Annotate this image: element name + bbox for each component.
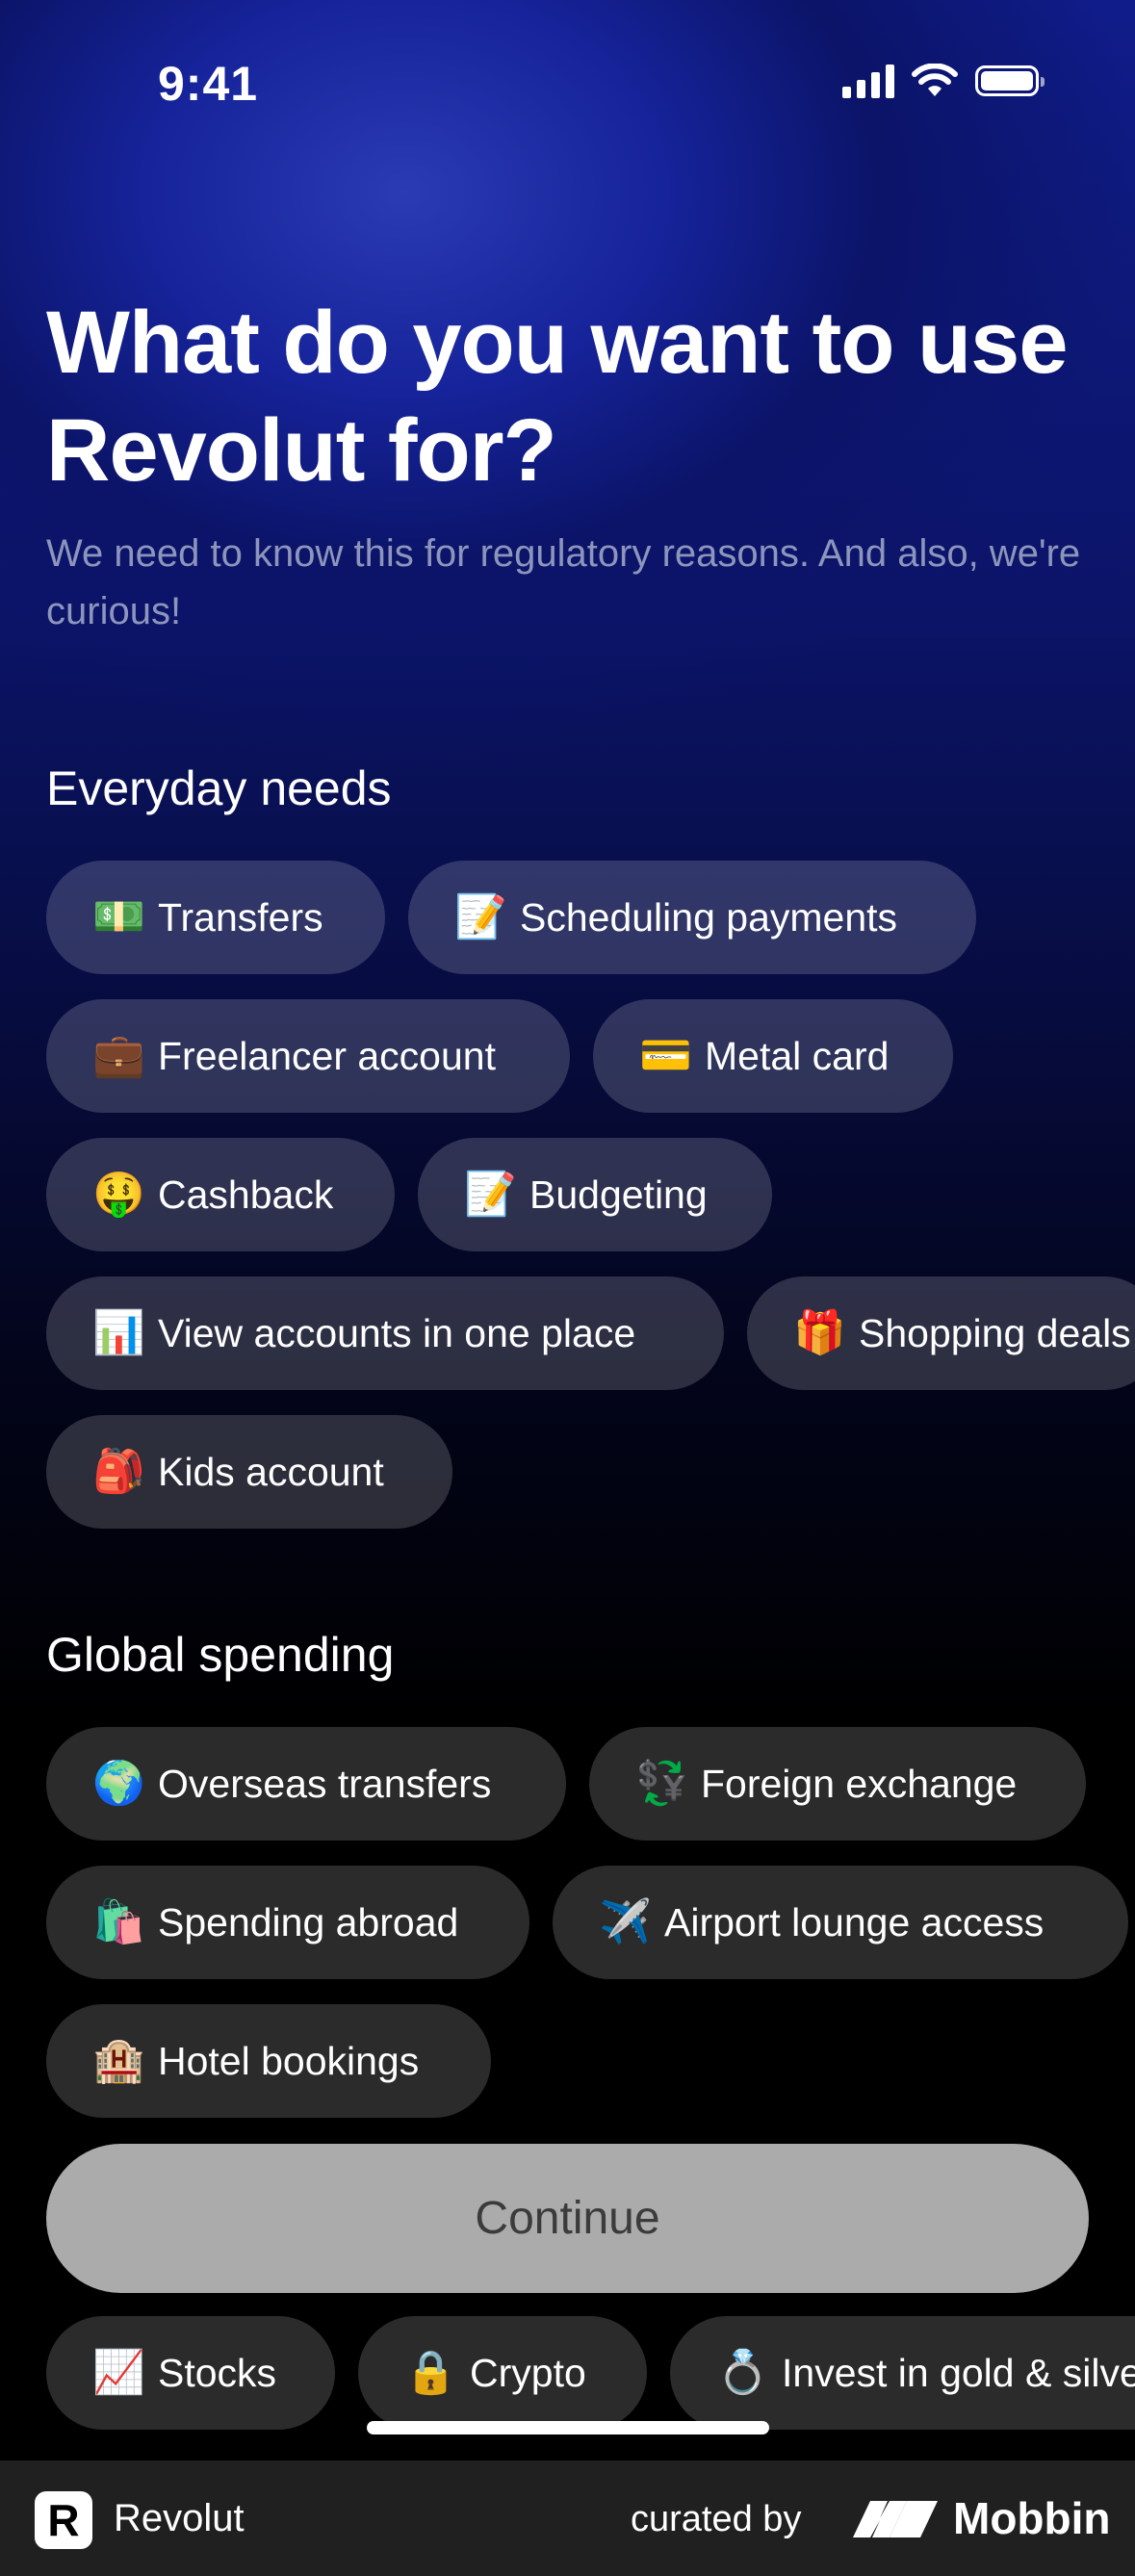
status-icons <box>842 64 1045 98</box>
chip-label: View accounts in one place <box>158 1310 636 1355</box>
memo-icon: 📝 <box>464 1171 517 1218</box>
chip-budgeting[interactable]: 📝 Budgeting <box>418 1138 772 1251</box>
chip-kids-account[interactable]: 🎒 Kids account <box>46 1415 452 1529</box>
section-title-everyday-needs: Everyday needs <box>46 761 392 815</box>
backpack-icon: 🎒 <box>92 1448 145 1495</box>
chip-label: Metal card <box>705 1033 890 1078</box>
page-title: What do you want to use Revolut for? <box>46 294 1069 500</box>
footer-brand: Mobbin <box>953 2493 1111 2543</box>
chip-stocks[interactable]: 📈 Stocks <box>46 2316 335 2430</box>
memo-icon: 📝 <box>454 893 507 940</box>
app-screen: 9:41 What do you want to use Revolut for… <box>0 0 1135 2460</box>
chip-cashback[interactable]: 🤑 Cashback <box>46 1138 395 1251</box>
chip-metal-card[interactable]: 💳 Metal card <box>593 999 953 1113</box>
money-face-icon: 🤑 <box>92 1171 145 1218</box>
continue-button[interactable]: Continue <box>46 2144 1089 2293</box>
chip-scheduling-payments[interactable]: 📝 Scheduling payments <box>408 861 976 974</box>
hotel-icon: 🏨 <box>92 2037 145 2084</box>
chip-label: Hotel bookings <box>158 2038 420 2083</box>
chip-label: Invest in gold & silver <box>782 2350 1135 2395</box>
chip-foreign-exchange[interactable]: 💱 Foreign exchange <box>589 1727 1086 1841</box>
bar-chart-icon: 📊 <box>92 1309 145 1356</box>
chip-label: Freelancer account <box>158 1033 496 1078</box>
credit-card-icon: 💳 <box>639 1032 692 1079</box>
chip-view-accounts[interactable]: 📊 View accounts in one place <box>46 1276 724 1390</box>
chip-label: Shopping deals <box>859 1310 1131 1355</box>
chip-label: Transfers <box>158 894 323 940</box>
chip-label: Stocks <box>158 2350 277 2395</box>
revolut-logo-icon: R <box>35 2491 92 2549</box>
status-time: 9:41 <box>158 57 259 111</box>
currency-exchange-icon: 💱 <box>635 1760 688 1807</box>
lock-icon: 🔒 <box>404 2349 457 2396</box>
chip-invest-gold-silver[interactable]: 💍 Invest in gold & silver <box>670 2316 1135 2430</box>
chip-airport-lounge-access[interactable]: ✈️ Airport lounge access <box>553 1866 1128 1979</box>
footer-app-name: Revolut <box>114 2497 245 2539</box>
chip-label: Airport lounge access <box>664 1899 1045 1945</box>
chip-crypto[interactable]: 🔒 Crypto <box>358 2316 647 2430</box>
home-indicator <box>367 2421 769 2434</box>
chip-hotel-bookings[interactable]: 🏨 Hotel bookings <box>46 2004 491 2118</box>
page-subtitle: We need to know this for regulatory reas… <box>46 532 1081 632</box>
status-bar: 9:41 <box>0 0 1135 164</box>
wifi-icon <box>912 64 958 96</box>
chip-label: Kids account <box>158 1449 384 1494</box>
footer-bar: R Revolut curated by Mobbin <box>0 2460 1135 2576</box>
shopping-bags-icon: 🛍️ <box>92 1898 145 1945</box>
chip-spending-abroad[interactable]: 🛍️ Spending abroad <box>46 1866 529 1979</box>
chip-transfers[interactable]: 💵 Transfers <box>46 861 385 974</box>
ring-icon: 💍 <box>716 2349 769 2396</box>
gift-icon: 🎁 <box>793 1309 846 1356</box>
chip-overseas-transfers[interactable]: 🌍 Overseas transfers <box>46 1727 566 1841</box>
chip-label: Scheduling payments <box>520 894 898 940</box>
footer-curated-by: curated by <box>631 2499 802 2539</box>
cellular-signal-icon <box>842 64 894 98</box>
chip-label: Cashback <box>158 1172 334 1217</box>
airplane-icon: ✈️ <box>599 1898 652 1945</box>
chip-shopping-deals[interactable]: 🎁 Shopping deals <box>747 1276 1135 1390</box>
chip-freelancer-account[interactable]: 💼 Freelancer account <box>46 999 570 1113</box>
chip-label: Spending abroad <box>158 1899 459 1945</box>
globe-icon: 🌍 <box>92 1760 145 1807</box>
chip-label: Overseas transfers <box>158 1761 492 1806</box>
section-title-global-spending: Global spending <box>46 1628 395 1682</box>
chart-increasing-icon: 📈 <box>92 2349 145 2396</box>
mobbin-logo-icon <box>853 2501 938 2537</box>
money-icon: 💵 <box>92 893 145 940</box>
battery-icon <box>975 65 1045 96</box>
briefcase-icon: 💼 <box>92 1032 145 1079</box>
chip-label: Budgeting <box>529 1172 708 1217</box>
chip-label: Foreign exchange <box>701 1761 1018 1806</box>
chip-label: Crypto <box>470 2350 586 2395</box>
